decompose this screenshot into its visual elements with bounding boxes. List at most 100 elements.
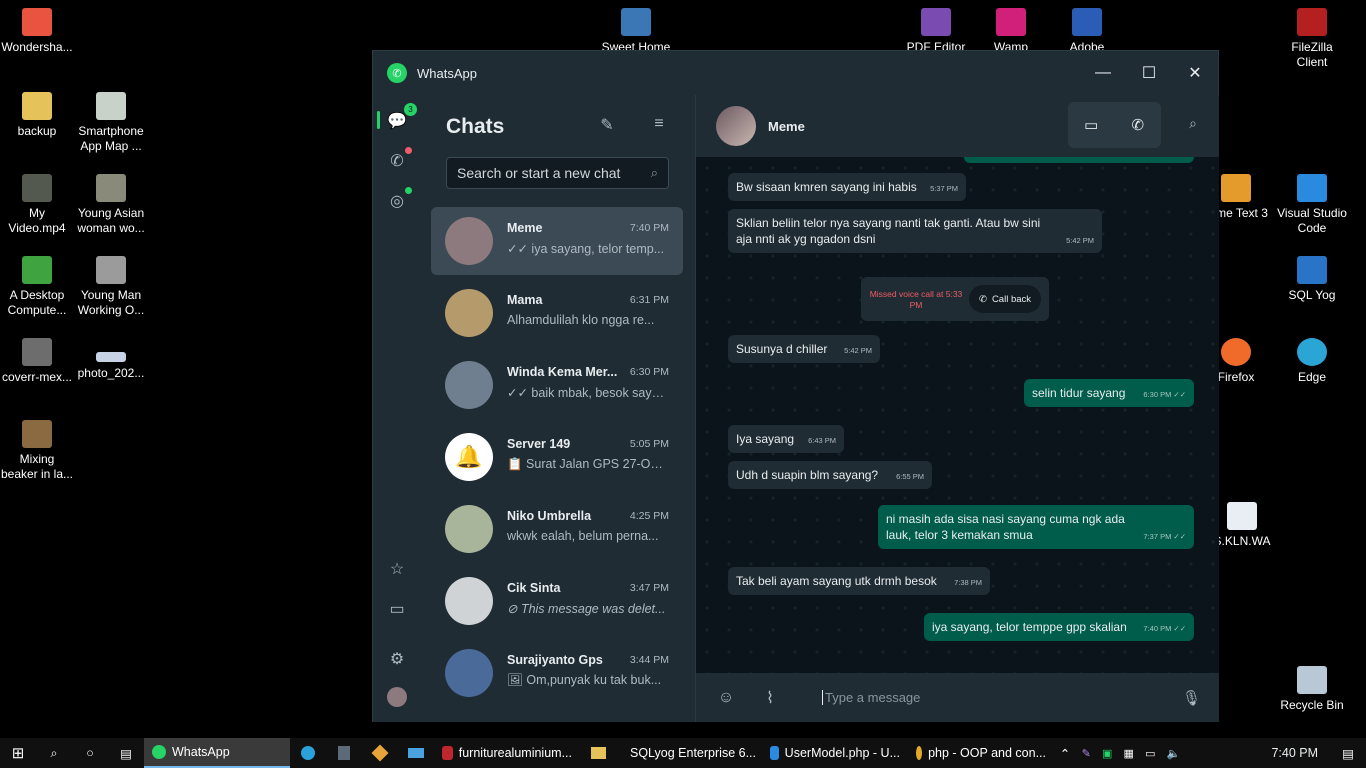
voice-message-button[interactable]: 🎙 — [1182, 689, 1201, 707]
desktop-icon-my-video[interactable]: My Video.mp4 — [0, 168, 74, 236]
desktop-icon-sweet-home[interactable]: Sweet Home — [599, 2, 673, 55]
desktop-icon-wondershare[interactable]: Wondersha... — [0, 2, 74, 55]
title-bar[interactable]: ✆ WhatsApp — ☐ ✕ — [373, 51, 1218, 95]
chat-item-winda[interactable]: Winda Kema Mer... 6:30 PM ✓✓ baik mbak, … — [431, 351, 683, 419]
desktop-icon-recycle-bin[interactable]: Recycle Bin — [1275, 660, 1349, 713]
chat-preview: 📋 Surat Jalan GPS 27-Oc... — [507, 457, 667, 471]
app-tray-icon[interactable]: ▣ — [1102, 747, 1112, 760]
attach-button[interactable]: ⌇ — [748, 688, 792, 708]
task-view-button[interactable]: ▤ — [108, 738, 144, 768]
starred-messages-button[interactable]: ☆ — [385, 557, 409, 581]
taskbar: ⊞ ⌕ ○ ▤ WhatsApp furniturealuminium... S… — [0, 738, 1366, 768]
folder-icon — [22, 92, 52, 120]
paperclip-icon: ⌇ — [766, 689, 774, 707]
message-bubble[interactable]: ni masih ada sisa nasi sayang cuma ngk a… — [878, 505, 1194, 549]
desktop-icon-a-desktop-computer[interactable]: A Desktop Compute... — [0, 250, 74, 318]
minimize-button[interactable]: — — [1080, 51, 1126, 95]
voice-call-button[interactable]: ✆ — [1115, 102, 1162, 148]
wondershare-icon — [22, 8, 52, 36]
git-taskbar-icon[interactable] — [362, 738, 398, 768]
message-bubble[interactable]: Bw sisaan kmren sayang ini habis 5:37 PM — [728, 173, 966, 201]
call-back-button[interactable]: ✆ Call back — [969, 285, 1041, 313]
battery-icon[interactable]: ▭ — [1145, 747, 1155, 760]
network-icon[interactable]: ▦ — [1124, 747, 1134, 760]
desktop-icon-coverr-mex[interactable]: coverr-mex... — [0, 332, 74, 385]
taskbar-app-whatsapp[interactable]: WhatsApp — [144, 738, 290, 768]
desktop-icon-vscode[interactable]: Visual Studio Code — [1275, 168, 1349, 236]
pen-icon[interactable]: ✎ — [1082, 747, 1091, 760]
clock[interactable]: 7:40 PM — [1259, 746, 1330, 760]
missed-call-text: Missed voice call at 5:33 PM — [869, 289, 963, 310]
chat-item-meme[interactable]: Meme 7:40 PM ✓✓ iya sayang, telor temp..… — [431, 207, 683, 275]
chevron-up-icon: ⌃ — [1059, 746, 1071, 761]
start-button[interactable]: ⊞ — [0, 738, 36, 768]
message-bubble[interactable]: Sklian beliin telor nya sayang nanti tak… — [728, 209, 1102, 253]
conversation-header[interactable]: Meme ▭ ✆ ⌕ — [696, 95, 1219, 157]
telegram-taskbar-icon[interactable] — [290, 738, 326, 768]
filter-button[interactable]: ≡ — [648, 115, 670, 133]
taskbar-app-sqlyog[interactable]: SQLyog Enterprise 6... — [616, 738, 762, 768]
emoji-button[interactable]: ☺ — [704, 689, 748, 707]
settings-button[interactable]: ⚙ — [385, 647, 409, 671]
taskbar-app-vscode[interactable]: UserModel.php - U... — [762, 738, 908, 768]
video-call-button[interactable]: ▭ — [1068, 102, 1115, 148]
chat-item-server-149[interactable]: 🔔 Server 149 5:05 PM 📋 Surat Jalan GPS 2… — [431, 423, 683, 491]
star-icon: ☆ — [389, 561, 405, 578]
vscode-icon — [770, 746, 779, 760]
chat-item-cik-sinta[interactable]: Cik Sinta 3:47 PM ⊘ This message was del… — [431, 567, 683, 635]
message-bubble[interactable]: Tak beli ayam sayang utk drmh besok 7:38… — [728, 567, 990, 595]
file-explorer-taskbar-icon[interactable] — [580, 738, 616, 768]
cortana-button[interactable]: ○ — [72, 738, 108, 768]
message-time: 7:38 PM — [954, 578, 982, 587]
chat-item-surajiyanto-gps[interactable]: Surajiyanto Gps 3:44 PM 🖼 Om,punyak ku t… — [431, 639, 683, 707]
desktop-icon-pdf-editor[interactable]: PDF Editor — [899, 2, 973, 55]
desktop-icon-mixing-beaker[interactable]: Mixing beaker in la... — [0, 414, 74, 482]
desktop-icon-edge[interactable]: Edge — [1275, 332, 1349, 385]
calculator-taskbar-icon[interactable] — [326, 738, 362, 768]
desktop-icon-young-asian-woman[interactable]: Young Asian woman wo... — [74, 168, 148, 236]
taskbar-app-filezilla[interactable]: furniturealuminium... — [434, 738, 580, 768]
search-input[interactable]: Search or start a new chat ⌕ — [446, 157, 669, 189]
desktop-icon-wamp[interactable]: Wamp — [974, 2, 1048, 55]
video-file-icon — [96, 256, 126, 284]
message-bubble[interactable]: Susunya d chiller 5:42 PM — [728, 335, 880, 363]
desktop-icon-adobe[interactable]: Adobe — [1050, 2, 1124, 55]
message-bubble[interactable]: Iya sayang 6:43 PM — [728, 425, 844, 453]
message-bubble[interactable]: iya sayang, telor temppe gpp skalian 7:4… — [924, 613, 1194, 641]
bell-icon: 🔔 — [445, 433, 493, 481]
search-button[interactable]: ⌕ — [36, 738, 72, 768]
message-list[interactable]: Bw sisaan kmren sayang ini habis 5:37 PM… — [696, 157, 1219, 673]
message-time: 6:43 PM — [808, 436, 836, 445]
calculator-icon — [338, 746, 350, 760]
maximize-button[interactable]: ☐ — [1126, 51, 1172, 95]
contact-avatar[interactable] — [716, 106, 756, 146]
chat-item-mama[interactable]: Mama 6:31 PM Alhamdulilah klo ngga re... — [431, 279, 683, 347]
message-bubble[interactable]: Udh d suapin blm sayang? 6:55 PM — [728, 461, 932, 489]
close-button[interactable]: ✕ — [1172, 51, 1218, 95]
message-bubble[interactable]: selin tidur sayang 6:30 PM ✓✓ — [1024, 379, 1194, 407]
message-time: 5:42 PM — [1066, 236, 1094, 245]
status-nav-button[interactable]: ◎ — [385, 187, 412, 213]
desktop-icon-young-man-working[interactable]: Young Man Working O... — [74, 250, 148, 318]
new-chat-button[interactable]: ✎ — [596, 115, 618, 135]
desktop-icon-smartphone-app-map[interactable]: Smartphone App Map ... — [74, 86, 148, 154]
chat-name: Server 149 — [507, 437, 571, 451]
desktop-icon-photo[interactable]: photo_202... — [74, 332, 148, 381]
volume-icon[interactable]: 🔈 — [1167, 747, 1181, 760]
show-hidden-icons-button[interactable]: ⌃ — [1054, 738, 1076, 768]
message-time: 6:55 PM — [896, 472, 924, 481]
profile-button[interactable] — [385, 685, 409, 709]
desktop-icon-filezilla[interactable]: FileZilla Client — [1275, 2, 1349, 70]
calls-nav-button[interactable]: ✆ — [385, 147, 412, 173]
notifications-button[interactable]: ▤ — [1330, 738, 1366, 768]
taskbar-app-chrome[interactable]: php - OOP and con... — [908, 738, 1054, 768]
desktop-icon-sqlyog[interactable]: SQL Yog — [1275, 250, 1349, 303]
desktop-icon-backup[interactable]: backup — [0, 86, 74, 139]
message-input[interactable]: Type a message — [822, 690, 1162, 705]
archived-button[interactable]: ▭ — [385, 597, 409, 621]
search-messages-button[interactable]: ⌕ — [1189, 115, 1197, 132]
keyboard-taskbar-icon[interactable] — [398, 738, 434, 768]
microphone-icon: 🎙 — [1181, 689, 1201, 707]
chat-item-niko-umbrella[interactable]: Niko Umbrella 4:25 PM wkwk ealah, belum … — [431, 495, 683, 563]
chats-nav-button[interactable]: 💬 3 — [385, 103, 417, 133]
